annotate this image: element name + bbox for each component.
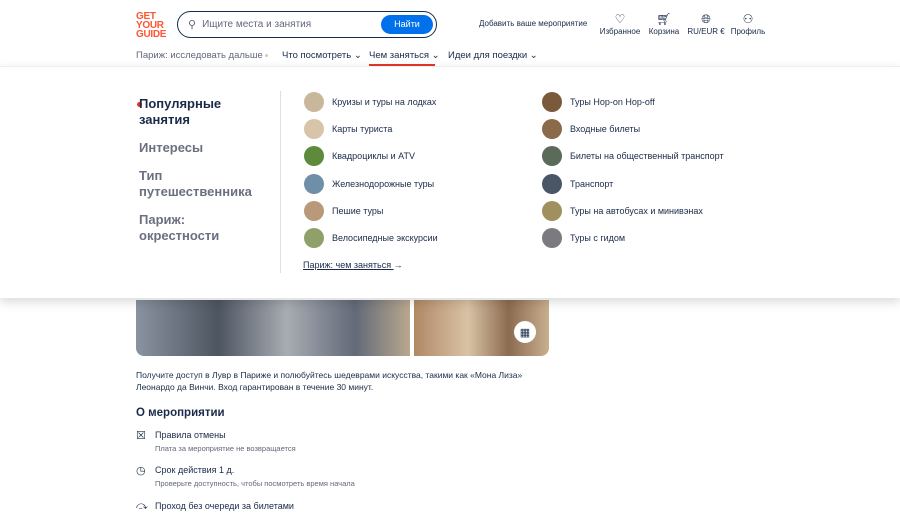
gallery-image-main[interactable] — [136, 300, 410, 356]
skip-line-icon: ⤼ — [136, 500, 148, 512]
calendar-x-icon: ☒ — [136, 430, 146, 442]
menu-item-label: Туры на автобусах и минивэнах — [570, 205, 703, 216]
search-button[interactable]: Найти — [381, 14, 433, 34]
menu-item-label: Туры с гидом — [570, 232, 626, 243]
menu-item-label: Транспорт — [570, 178, 614, 189]
arrow-right-icon: → — [393, 260, 403, 270]
search-input[interactable]: Ищите места и занятия — [202, 19, 311, 30]
currency-button[interactable]: 🌐︎ RU/EUR € — [682, 12, 730, 36]
profile-icon: ⚇ — [742, 12, 754, 26]
category-thumbnail-icon — [304, 146, 324, 167]
clock-icon: ◷ — [136, 465, 146, 477]
nav-what-to-see[interactable]: Что посмотреть ⌄ — [282, 50, 362, 61]
menu-item[interactable]: Железнодорожные туры — [304, 173, 438, 194]
category-thumbnail-icon — [542, 227, 562, 248]
paris-things-to-do-link[interactable]: Париж: чем заняться → — [303, 260, 403, 270]
menu-item-label: Пешие туры — [332, 205, 384, 216]
search-bar[interactable]: ⚲ Ищите места и занятия Найти — [177, 11, 437, 38]
category-thumbnail-icon — [304, 92, 324, 112]
menu-item[interactable]: Входные билеты — [542, 119, 724, 140]
wishlist-button[interactable]: ♡ Избранное — [596, 12, 644, 36]
category-popular[interactable]: Популярные занятия — [139, 96, 249, 128]
nav-explore[interactable]: Париж: исследовать дальше — [136, 50, 263, 61]
menu-item[interactable]: Квадроциклы и ATV — [304, 146, 438, 167]
gallery-grid-button[interactable]: ▦ — [514, 321, 536, 343]
menu-item-label: Железнодорожные туры — [332, 178, 435, 189]
heart-icon: ♡ — [614, 12, 626, 26]
category-thumbnail-icon — [542, 92, 562, 112]
menu-item-label: Велосипедные экскурсии — [332, 232, 438, 243]
category-thumbnail-icon — [542, 173, 562, 194]
menu-item[interactable]: Пешие туры — [304, 200, 438, 221]
category-thumbnail-icon — [304, 227, 324, 248]
globe-icon: 🌐︎ — [701, 12, 711, 26]
category-thumbnail-icon — [542, 146, 562, 167]
menu-item[interactable]: Велосипедные экскурсии — [304, 227, 438, 248]
category-traveler-type[interactable]: Тип путешественника — [139, 168, 264, 200]
category-paris-surroundings[interactable]: Париж: окрестности — [139, 212, 249, 244]
add-activity-link[interactable]: Добавить ваше мероприятие — [479, 19, 587, 28]
category-thumbnail-icon — [304, 119, 324, 140]
category-thumbnail-icon — [542, 200, 562, 221]
menu-item[interactable]: Круизы и туры на лодках — [304, 92, 438, 112]
nav-things-to-do[interactable]: Чем заняться ⌄ — [369, 50, 440, 61]
about-heading: О мероприятии — [136, 407, 225, 419]
menu-item-label: Туры Hop-on Hop-off — [570, 97, 655, 107]
nav-trip-ideas[interactable]: Идеи для поездки ⌄ — [448, 50, 538, 61]
activity-description: Получите доступ в Лувр в Париже и полюбу… — [136, 370, 523, 392]
profile-button[interactable]: ⚇ Профиль — [724, 12, 772, 36]
menu-item[interactable]: Туры Hop-on Hop-off — [542, 92, 724, 112]
category-thumbnail-icon — [304, 173, 324, 194]
category-interests[interactable]: Интересы — [139, 140, 203, 156]
cart-icon: 🛒︎ — [656, 12, 672, 26]
menu-item-label: Входные билеты — [570, 124, 641, 135]
menu-item[interactable]: Транспорт — [542, 173, 724, 194]
menu-item[interactable]: Туры с гидом — [542, 227, 724, 248]
menu-item-label: Круизы и туры на лодках — [332, 97, 437, 107]
category-thumbnail-icon — [304, 200, 324, 221]
cart-button[interactable]: 🛒︎ Корзина — [640, 12, 688, 36]
menu-item-label: Карты туриста — [332, 124, 393, 135]
nav-separator — [265, 54, 268, 57]
menu-item-label: Билеты на общественный транспорт — [570, 151, 724, 162]
menu-item[interactable]: Карты туриста — [304, 119, 438, 140]
category-thumbnail-icon — [542, 119, 562, 140]
menu-divider — [280, 91, 281, 273]
menu-item-label: Квадроциклы и ATV — [332, 151, 415, 162]
logo[interactable]: GET YOUR GUIDE — [136, 12, 166, 40]
search-icon: ⚲ — [188, 19, 197, 31]
things-to-do-dropdown: Популярные занятия Интересы Тип путешест… — [0, 66, 900, 298]
menu-item[interactable]: Туры на автобусах и минивэнах — [542, 200, 724, 221]
grid-icon: ▦ — [519, 326, 531, 339]
menu-item[interactable]: Билеты на общественный транспорт — [542, 146, 724, 167]
